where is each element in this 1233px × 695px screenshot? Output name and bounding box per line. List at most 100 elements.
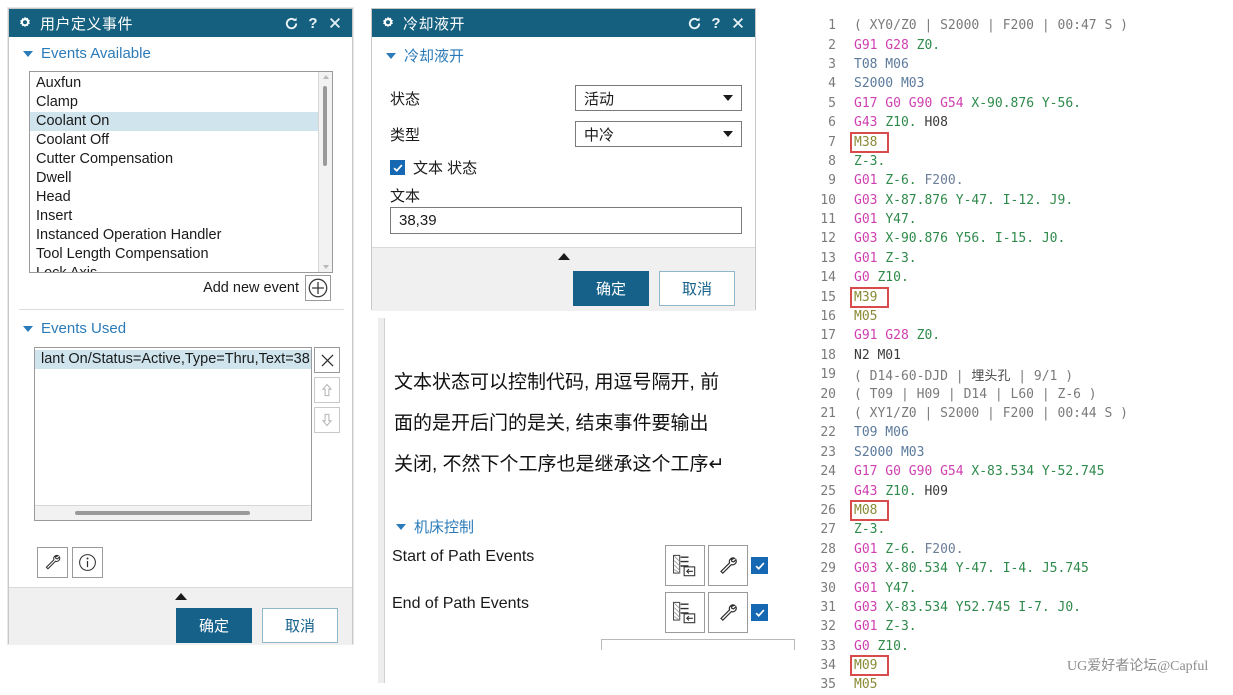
start-of-path-events-controls	[665, 545, 768, 586]
events-used-header[interactable]: Events Used	[9, 312, 126, 343]
help-icon[interactable]: ?	[705, 12, 727, 34]
list-item[interactable]: Auxfun	[30, 74, 332, 93]
gcode-line[interactable]: 14 G0 Z10.	[806, 268, 1226, 287]
gcode-line[interactable]: 13 G01 Z-3.	[806, 249, 1226, 268]
machine-control-header[interactable]: 机床控制	[382, 508, 474, 543]
gcode-listing[interactable]: 1 ( XY0/Z0 | S2000 | F200 | 00:47 S ) 2 G91…	[806, 16, 1226, 695]
gcode-line[interactable]: 19 ( D14-60-DJD | 埋头孔 | 9/1 )	[806, 365, 1226, 384]
list-item[interactable]: Instanced Operation Handler	[30, 226, 332, 245]
scroll-thumb[interactable]	[75, 511, 250, 515]
status-dropdown[interactable]: 活动	[575, 85, 742, 111]
end-of-path-events-checkbox[interactable]	[751, 604, 768, 621]
gcode-line[interactable]: 12 G03 X-90.876 Y56. I-15. J0.	[806, 229, 1226, 248]
gcode-token: Z10.	[885, 115, 925, 131]
ok-button[interactable]: 确定	[175, 607, 252, 643]
list-item[interactable]: Tool Length Compensation	[30, 245, 332, 264]
gcode-line[interactable]: 21 ( XY1/Z0 | S2000 | F200 | 00:44 S )	[806, 404, 1226, 423]
delete-event-button[interactable]	[314, 347, 340, 373]
list-item[interactable]: Coolant On	[30, 112, 332, 131]
gcode-line[interactable]: 5 G17 G0 G90 G54 X-90.876 Y-56.	[806, 94, 1226, 113]
scroll-up-icon[interactable]	[323, 75, 329, 79]
ok-button[interactable]: 确定	[572, 270, 649, 306]
gcode-line[interactable]: 3 T08 M06	[806, 55, 1226, 74]
gcode-line[interactable]: 1 ( XY0/Z0 | S2000 | F200 | 00:47 S )	[806, 16, 1226, 35]
gcode-line[interactable]: 2 G91 G28 Z0.	[806, 35, 1226, 54]
events-available-header[interactable]: Events Available	[9, 37, 352, 68]
gcode-line[interactable]: 7 M38	[806, 131, 1226, 153]
gcode-line[interactable]: 22 T09 M06	[806, 423, 1226, 442]
reset-icon[interactable]	[683, 12, 705, 34]
edit-event-button[interactable]	[37, 547, 68, 578]
cancel-button[interactable]: 取消	[658, 270, 735, 306]
coolant-section-header[interactable]: 冷却液开	[372, 37, 755, 72]
list-item[interactable]: Cutter Compensation	[30, 150, 332, 169]
text-status-row[interactable]: 文本 状态	[390, 157, 477, 178]
end-of-path-events-label: End of Path Events	[392, 595, 529, 612]
add-new-event-button[interactable]	[305, 275, 331, 301]
events-used-hscrollbar[interactable]	[35, 505, 311, 520]
events-used-listbox[interactable]: lant On/Status=Active,Type=Thru,Text=38,…	[34, 347, 312, 521]
wrench-icon[interactable]	[708, 545, 748, 586]
gcode-line[interactable]: 18 N2 M01	[806, 346, 1226, 365]
scroll-down-icon[interactable]	[323, 265, 329, 269]
gcode-line[interactable]: 35 M05	[806, 675, 1226, 694]
list-item[interactable]: Head	[30, 188, 332, 207]
gcode-line[interactable]: 26 M08	[806, 499, 1226, 521]
gcode-line[interactable]: 17 G91 G28 Z0.	[806, 326, 1226, 345]
gcode-line[interactable]: 27 Z-3.	[806, 520, 1226, 539]
gcode-line[interactable]: 20 ( T09 | H09 | D14 | L60 | Z-6 )	[806, 384, 1226, 403]
wrench-icon[interactable]	[708, 592, 748, 633]
gcode-line[interactable]: 4 S2000 M03	[806, 74, 1226, 93]
move-event-down-button[interactable]	[314, 407, 340, 433]
move-event-up-button[interactable]	[314, 377, 340, 403]
gcode-line[interactable]: 33 G0 Z10.	[806, 637, 1226, 656]
gcode-line[interactable]: 10 G03 X-87.876 Y-47. I-12. J9.	[806, 191, 1226, 210]
dialog1-collapse-bar[interactable]	[9, 587, 352, 606]
panel-bottom-bracket	[601, 639, 795, 650]
gcode-token: X-83.534 Y-52.745	[971, 464, 1105, 480]
gcode-line[interactable]: 25 G43 Z10. H09	[806, 481, 1226, 500]
reset-icon[interactable]	[280, 12, 302, 34]
gcode-token: | 9/1 )	[1010, 369, 1074, 385]
gcode-line[interactable]: 16 M05	[806, 307, 1226, 326]
gcode-line[interactable]: 29 G03 X-80.534 Y-47. I-4. J5.745	[806, 559, 1226, 578]
gcode-token: G03	[854, 561, 886, 577]
gcode-line-number: 13	[820, 250, 836, 266]
gcode-line[interactable]: 32 G01 Z-3.	[806, 617, 1226, 636]
list-item[interactable]: lant On/Status=Active,Type=Thru,Text=38,…	[35, 350, 311, 369]
gcode-token: Z10.	[877, 270, 909, 286]
list-item[interactable]: Dwell	[30, 169, 332, 188]
cancel-button[interactable]: 取消	[261, 607, 338, 643]
text-status-checkbox[interactable]	[390, 160, 405, 175]
events-available-scrollbar[interactable]	[318, 72, 332, 272]
gcode-line[interactable]: 15 M39	[806, 286, 1226, 308]
start-of-path-events-checkbox[interactable]	[751, 557, 768, 574]
dialog2-collapse-bar[interactable]	[372, 247, 755, 266]
gcode-line-number: 23	[820, 444, 836, 460]
list-item[interactable]: Coolant Off	[30, 131, 332, 150]
list-item[interactable]: Insert	[30, 207, 332, 226]
gcode-line[interactable]: 31 G03 X-83.534 Y52.745 I-7. J0.	[806, 598, 1226, 617]
list-item[interactable]: Clamp	[30, 93, 332, 112]
gcode-line[interactable]: 23 S2000 M03	[806, 443, 1226, 462]
events-available-listbox[interactable]: Auxfun Clamp Coolant On Coolant Off Cutt…	[29, 71, 333, 273]
gcode-line[interactable]: 8 Z-3.	[806, 152, 1226, 171]
gcode-line[interactable]: 24 G17 G0 G90 G54 X-83.534 Y-52.745	[806, 462, 1226, 481]
type-dropdown-value: 中冷	[584, 126, 615, 144]
gcode-line[interactable]: 30 G01 Y47.	[806, 578, 1226, 597]
close-icon[interactable]	[727, 12, 749, 34]
path-events-icon[interactable]	[665, 545, 705, 586]
scroll-thumb[interactable]	[323, 86, 327, 166]
text-input[interactable]: 38,39	[390, 207, 742, 234]
close-icon[interactable]	[324, 12, 346, 34]
list-item[interactable]: Lock Axis	[30, 264, 332, 272]
type-dropdown[interactable]: 中冷	[575, 121, 742, 147]
gcode-line[interactable]: 28 G01 Z-6. F200.	[806, 540, 1226, 559]
event-info-button[interactable]	[72, 547, 103, 578]
help-icon[interactable]: ?	[302, 12, 324, 34]
gcode-line[interactable]: 9 G01 Z-6. F200.	[806, 171, 1226, 190]
gcode-line-text: G01 Z-3.	[854, 251, 917, 266]
gcode-line[interactable]: 11 G01 Y47.	[806, 210, 1226, 229]
path-events-icon[interactable]	[665, 592, 705, 633]
gcode-line[interactable]: 6 G43 Z10. H08	[806, 113, 1226, 132]
